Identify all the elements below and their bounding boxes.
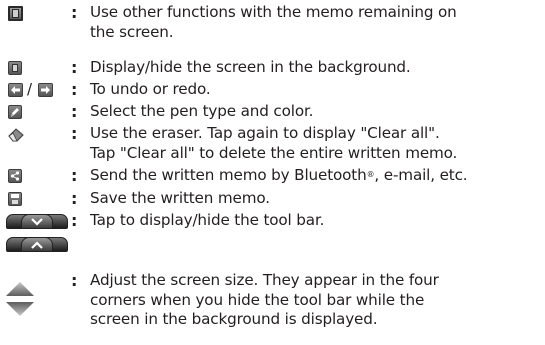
colon-separator: : [71,3,78,22]
colon-separator: : [71,211,78,230]
colon-separator: : [71,80,78,99]
colon-separator: : [71,166,78,185]
background-description: Display/hide the screen in the backgroun… [90,58,411,76]
registered-mark: ® [366,170,375,179]
pen-description: Select the pen type and color. [90,102,314,120]
toolbar-hide-bar [6,214,68,229]
save-description: Save the written memo. [90,189,270,207]
eraser-description: Use the eraser. Tap again to display "Cl… [90,124,458,162]
undo-redo-description: To undo or redo. [90,80,211,98]
window-description: Use other functions with the memo remain… [90,3,457,41]
toolbar-show-bar [6,237,68,252]
resize-description: Adjust the screen size. They appear in t… [90,271,439,328]
toolbar-description: Tap to display/hide the tool bar. [90,211,325,229]
colon-separator: : [71,189,78,208]
share-description: Send the written memo by Bluetooth®, e-m… [90,166,468,184]
colon-separator: : [71,58,78,77]
undo-redo-separator: / [27,80,33,98]
colon-separator: : [71,102,78,121]
colon-separator: : [71,124,78,143]
colon-separator: : [71,271,78,290]
